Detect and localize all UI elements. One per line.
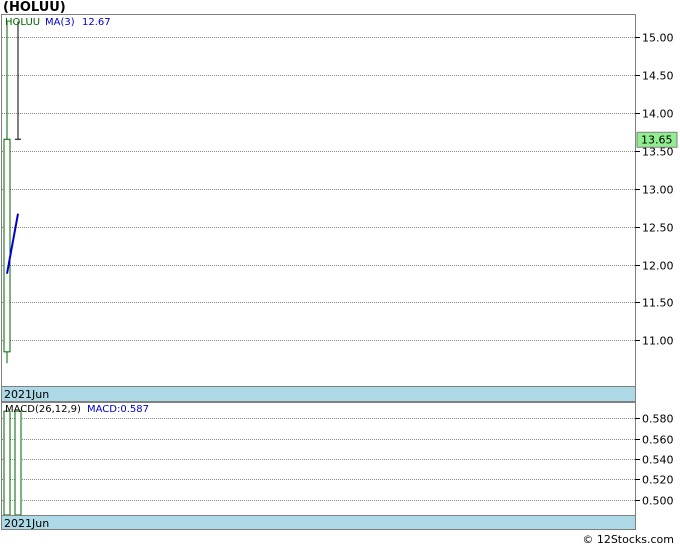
price-candles: [3, 21, 21, 364]
macd-y-axis: 0.500 0.520 0.540 0.560 0.580: [635, 413, 674, 508]
price-y-tick-label: 11.00: [642, 335, 674, 348]
macd-bars: [3, 410, 22, 516]
price-y-tick-label: 14.50: [642, 70, 674, 83]
last-price-tag-value: 13.65: [641, 133, 673, 146]
macd-x-label: 2021Jun: [4, 517, 49, 530]
macd-bar: [3, 410, 11, 516]
macd-y-tick-label: 0.560: [642, 434, 674, 447]
price-gridlines: [2, 37, 635, 341]
macd-bar: [14, 410, 22, 516]
macd-x-axis-band: [1, 515, 636, 530]
macd-panel: 0.500 0.520 0.540 0.560 0.580 2021Jun MACD(2…: [1, 402, 674, 530]
last-price-tag: 13.65: [636, 131, 678, 148]
watermark: © 12Stocks.com: [582, 533, 674, 546]
stock-chart: 11.0011.5012.0012.5013.0013.5014.0014.50…: [1, 14, 678, 530]
macd-value-label: MACD:0.587: [87, 404, 149, 415]
candle-body: [3, 138, 11, 353]
macd-panel-frame: [1, 402, 636, 530]
price-x-axis-band: [1, 386, 636, 402]
macd-y-tick-label: 0.580: [642, 413, 674, 426]
macd-indicator-label: MACD(26,12,9): [5, 404, 81, 415]
price-y-tick-label: 14.00: [642, 108, 674, 121]
price-panel: 11.0011.5012.0012.5013.0013.5014.0014.50…: [1, 14, 678, 402]
macd-y-tick-label: 0.500: [642, 495, 674, 508]
macd-y-tick-label: 0.540: [642, 454, 674, 467]
ma-value: 12.67: [82, 17, 111, 28]
ticker-label: HOLUU: [5, 17, 40, 28]
price-y-tick-label: 15.00: [642, 32, 674, 45]
price-y-axis: 11.0011.5012.0012.5013.0013.5014.0014.50…: [635, 32, 674, 348]
price-y-tick-label: 12.00: [642, 260, 674, 273]
price-x-label: 2021Jun: [4, 388, 49, 401]
price-y-tick-label: 13.00: [642, 184, 674, 197]
macd-y-tick-label: 0.520: [642, 474, 674, 487]
macd-gridlines: [2, 418, 635, 501]
ma-label: MA(3): [45, 17, 75, 28]
price-y-tick-label: 11.50: [642, 297, 674, 310]
price-y-tick-label: 12.50: [642, 222, 674, 235]
price-panel-frame: [1, 14, 636, 402]
